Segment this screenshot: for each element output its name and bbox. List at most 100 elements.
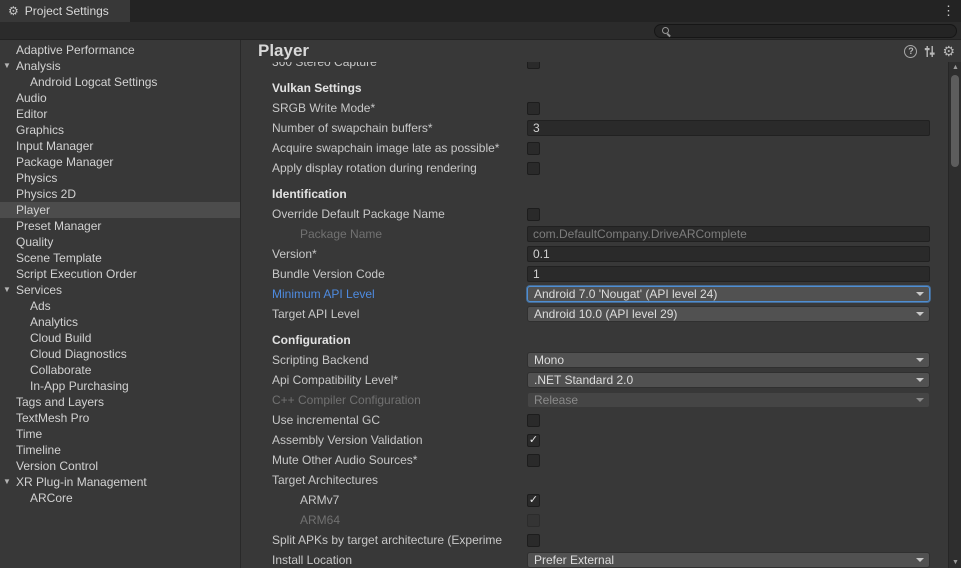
field-area: Android 10.0 (API level 29) — [527, 306, 930, 322]
sidebar-item-label: Preset Manager — [16, 219, 101, 233]
settings-row-override-default-package-name: Override Default Package Name — [272, 204, 930, 224]
search-icon — [661, 26, 672, 37]
sidebar-item-physics[interactable]: Physics — [0, 170, 240, 186]
bundle-version-code-field[interactable]: 1 — [527, 266, 930, 282]
search-box[interactable] — [654, 24, 957, 38]
split-apks-by-target-architecture-experime-checkbox[interactable] — [527, 534, 540, 547]
api-compatibility-level-dropdown[interactable]: .NET Standard 2.0 — [527, 372, 930, 388]
number-of-swapchain-buffers-field[interactable]: 3 — [527, 120, 930, 136]
sidebar-item-timeline[interactable]: Timeline — [0, 442, 240, 458]
foldout-triangle-icon[interactable]: ▼ — [3, 474, 11, 490]
settings-row-vulkan-settings: Vulkan Settings — [272, 78, 930, 98]
vertical-scrollbar[interactable]: ▲ ▼ — [948, 62, 961, 568]
sidebar-item-in-app-purchasing[interactable]: In-App Purchasing — [0, 378, 240, 394]
target-api-level-dropdown[interactable]: Android 10.0 (API level 29) — [527, 306, 930, 322]
sidebar-item-audio[interactable]: Audio — [0, 90, 240, 106]
sidebar-item-preset-manager[interactable]: Preset Manager — [0, 218, 240, 234]
field-value: com.DefaultCompany.DriveARComplete — [533, 227, 747, 241]
version-field[interactable]: 0.1 — [527, 246, 930, 262]
field-area — [527, 414, 930, 427]
acquire-swapchain-image-late-as-possible-checkbox[interactable] — [527, 142, 540, 155]
kebab-menu-icon[interactable]: ⋮ — [942, 3, 955, 19]
sidebar-item-adaptive-performance[interactable]: Adaptive Performance — [0, 42, 240, 58]
foldout-triangle-icon[interactable]: ▼ — [3, 282, 11, 298]
settings-row-mute-other-audio-sources: Mute Other Audio Sources* — [272, 450, 930, 470]
scripting-backend-dropdown[interactable]: Mono — [527, 352, 930, 368]
sidebar-item-label: ARCore — [30, 491, 73, 505]
sidebar-item-label: Ads — [30, 299, 51, 313]
sidebar-item-services[interactable]: ▼Services — [0, 282, 240, 298]
apply-display-rotation-during-rendering-checkbox[interactable] — [527, 162, 540, 175]
sidebar-item-script-execution-order[interactable]: Script Execution Order — [0, 266, 240, 282]
sidebar-item-label: Analytics — [30, 315, 78, 329]
dropdown-value: Android 10.0 (API level 29) — [534, 307, 677, 321]
foldout-triangle-icon[interactable]: ▼ — [3, 58, 11, 74]
settings-gear-icon[interactable]: ⚙ — [942, 44, 955, 58]
sidebar-item-label: Cloud Diagnostics — [30, 347, 127, 361]
sidebar-item-version-control[interactable]: Version Control — [0, 458, 240, 474]
setting-label: Package Name — [272, 227, 527, 241]
sidebar-item-arcore[interactable]: ARCore — [0, 490, 240, 506]
tab-project-settings[interactable]: ⚙ Project Settings — [0, 0, 130, 22]
use-incremental-gc-checkbox[interactable] — [527, 414, 540, 427]
sidebar-item-cloud-diagnostics[interactable]: Cloud Diagnostics — [0, 346, 240, 362]
sidebar-item-cloud-build[interactable]: Cloud Build — [0, 330, 240, 346]
field-area: ✓ — [527, 494, 930, 507]
chevron-down-icon — [916, 398, 924, 402]
sidebar-item-android-logcat-settings[interactable]: Android Logcat Settings — [0, 74, 240, 90]
section-header: Vulkan Settings — [272, 81, 362, 95]
settings-row-api-compatibility-level: Api Compatibility Level*.NET Standard 2.… — [272, 370, 930, 390]
sidebar-item-ads[interactable]: Ads — [0, 298, 240, 314]
sidebar-item-label: Physics — [16, 171, 57, 185]
sidebar-item-physics-2d[interactable]: Physics 2D — [0, 186, 240, 202]
sidebar-item-graphics[interactable]: Graphics — [0, 122, 240, 138]
field-area: 3 — [527, 120, 930, 136]
setting-label: C++ Compiler Configuration — [272, 393, 527, 407]
scroll-up-arrow-icon[interactable]: ▲ — [949, 64, 961, 71]
assembly-version-validation-checkbox[interactable]: ✓ — [527, 434, 540, 447]
field-area: Release — [527, 392, 930, 408]
field-value: 0.1 — [533, 247, 550, 261]
sidebar-item-textmesh-pro[interactable]: TextMesh Pro — [0, 410, 240, 426]
sidebar-item-analytics[interactable]: Analytics — [0, 314, 240, 330]
setting-label: 360 Stereo Capture — [272, 62, 527, 69]
setting-label: Override Default Package Name — [272, 207, 527, 221]
override-default-package-name-checkbox[interactable] — [527, 208, 540, 221]
sidebar-item-label: Android Logcat Settings — [30, 75, 157, 89]
mute-other-audio-sources-checkbox[interactable] — [527, 454, 540, 467]
sidebar-item-label: TextMesh Pro — [16, 411, 89, 425]
sidebar-item-quality[interactable]: Quality — [0, 234, 240, 250]
sidebar-item-scene-template[interactable]: Scene Template — [0, 250, 240, 266]
sidebar-item-analysis[interactable]: ▼Analysis — [0, 58, 240, 74]
scrollbar-thumb[interactable] — [951, 75, 959, 167]
field-area: Prefer External — [527, 552, 930, 568]
sidebar-item-package-manager[interactable]: Package Manager — [0, 154, 240, 170]
360-stereo-capture-checkbox[interactable] — [527, 62, 540, 69]
settings-row-scripting-backend: Scripting BackendMono — [272, 350, 930, 370]
search-input[interactable] — [676, 25, 950, 37]
help-icon[interactable]: ? — [904, 45, 917, 58]
sidebar-item-label: Audio — [16, 91, 47, 105]
sidebar-item-xr-plug-in-management[interactable]: ▼ XR Plug-in Management — [0, 474, 240, 490]
setting-label: Use incremental GC — [272, 413, 527, 427]
setting-label: Bundle Version Code — [272, 267, 527, 281]
srgb-write-mode-checkbox[interactable] — [527, 102, 540, 115]
minimum-api-level-dropdown[interactable]: Android 7.0 'Nougat' (API level 24) — [527, 286, 930, 302]
armv7-checkbox[interactable]: ✓ — [527, 494, 540, 507]
sidebar-item-editor[interactable]: Editor — [0, 106, 240, 122]
settings-row-target-api-level: Target API Level Android 10.0 (API level … — [272, 304, 930, 324]
sidebar-item-player[interactable]: Player — [0, 202, 240, 218]
install-location-dropdown[interactable]: Prefer External — [527, 552, 930, 568]
sidebar-item-tags-and-layers[interactable]: Tags and Layers — [0, 394, 240, 410]
sidebar-item-time[interactable]: Time — [0, 426, 240, 442]
page-title: Player — [258, 41, 904, 61]
setting-label: Target API Level — [272, 307, 527, 321]
sidebar-item-label: XR Plug-in Management — [16, 475, 147, 489]
settings-row-install-location: Install LocationPrefer External — [272, 550, 930, 568]
presets-icon[interactable] — [923, 45, 936, 58]
sidebar-item-input-manager[interactable]: Input Manager — [0, 138, 240, 154]
settings-row-version: Version*0.1 — [272, 244, 930, 264]
chevron-down-icon — [916, 378, 924, 382]
scroll-down-arrow-icon[interactable]: ▼ — [949, 559, 961, 566]
sidebar-item-collaborate[interactable]: Collaborate — [0, 362, 240, 378]
